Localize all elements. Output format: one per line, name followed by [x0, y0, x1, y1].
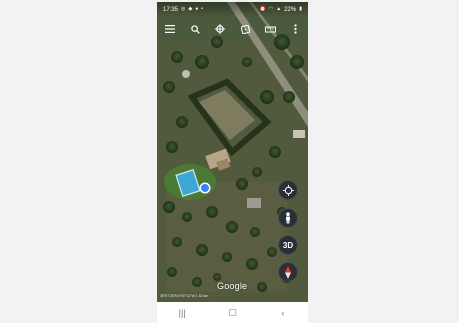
battery-icon: ▮	[299, 6, 302, 12]
building	[293, 130, 305, 138]
menu-icon[interactable]	[161, 20, 179, 38]
status-right: ⏰ ◠ ▲ 22% ▮	[260, 7, 302, 13]
maps-icon: ◆	[188, 6, 193, 12]
place-marker[interactable]	[182, 70, 190, 78]
compass-icon	[285, 265, 291, 279]
status-bar: 17:35 ◎ ◆ ● • ⏰ ◠ ▲ 22% ▮	[157, 2, 308, 17]
pegman-button[interactable]	[278, 208, 298, 228]
pegman-icon	[286, 212, 290, 224]
voyager-icon[interactable]	[211, 20, 229, 38]
dice-icon[interactable]	[236, 20, 254, 38]
my-location-button[interactable]	[278, 180, 298, 200]
status-time: 17:35	[163, 6, 179, 13]
status-left: 17:35 ◎ ◆ ● •	[163, 7, 203, 13]
google-logo: Google	[217, 281, 248, 291]
android-nav-bar: ||| ▢ ‹	[157, 302, 308, 323]
top-toolbar	[157, 17, 308, 41]
coordinate-readout: 36°57'25"N 5°57'12"W 1.52 km	[160, 294, 209, 298]
location-icon: ●	[195, 6, 199, 12]
crosshair-icon	[282, 184, 294, 196]
phone-screen: 17:35 ◎ ◆ ● • ⏰ ◠ ▲ 22% ▮ 3D Google 36°5…	[157, 2, 308, 302]
more-vert-icon[interactable]	[286, 20, 304, 38]
3d-toggle-button[interactable]: 3D	[278, 235, 298, 255]
location-dot	[201, 184, 209, 192]
wifi-icon: ◠	[268, 6, 274, 12]
shed	[247, 198, 261, 208]
compass-button[interactable]	[278, 262, 298, 282]
search-icon[interactable]	[186, 20, 204, 38]
satellite-map[interactable]	[157, 2, 308, 302]
recent-apps-button[interactable]: |||	[172, 308, 192, 318]
alarm-icon: ⏰	[259, 6, 266, 12]
home-button[interactable]: ▢	[222, 307, 242, 318]
ruler-icon[interactable]	[261, 20, 279, 38]
signal-icon: ▲	[276, 6, 282, 12]
dot-icon: •	[201, 6, 204, 12]
3d-label: 3D	[282, 240, 294, 250]
instagram-icon: ◎	[181, 6, 186, 12]
back-button[interactable]: ‹	[273, 308, 293, 318]
battery-percent: 22%	[284, 6, 297, 13]
